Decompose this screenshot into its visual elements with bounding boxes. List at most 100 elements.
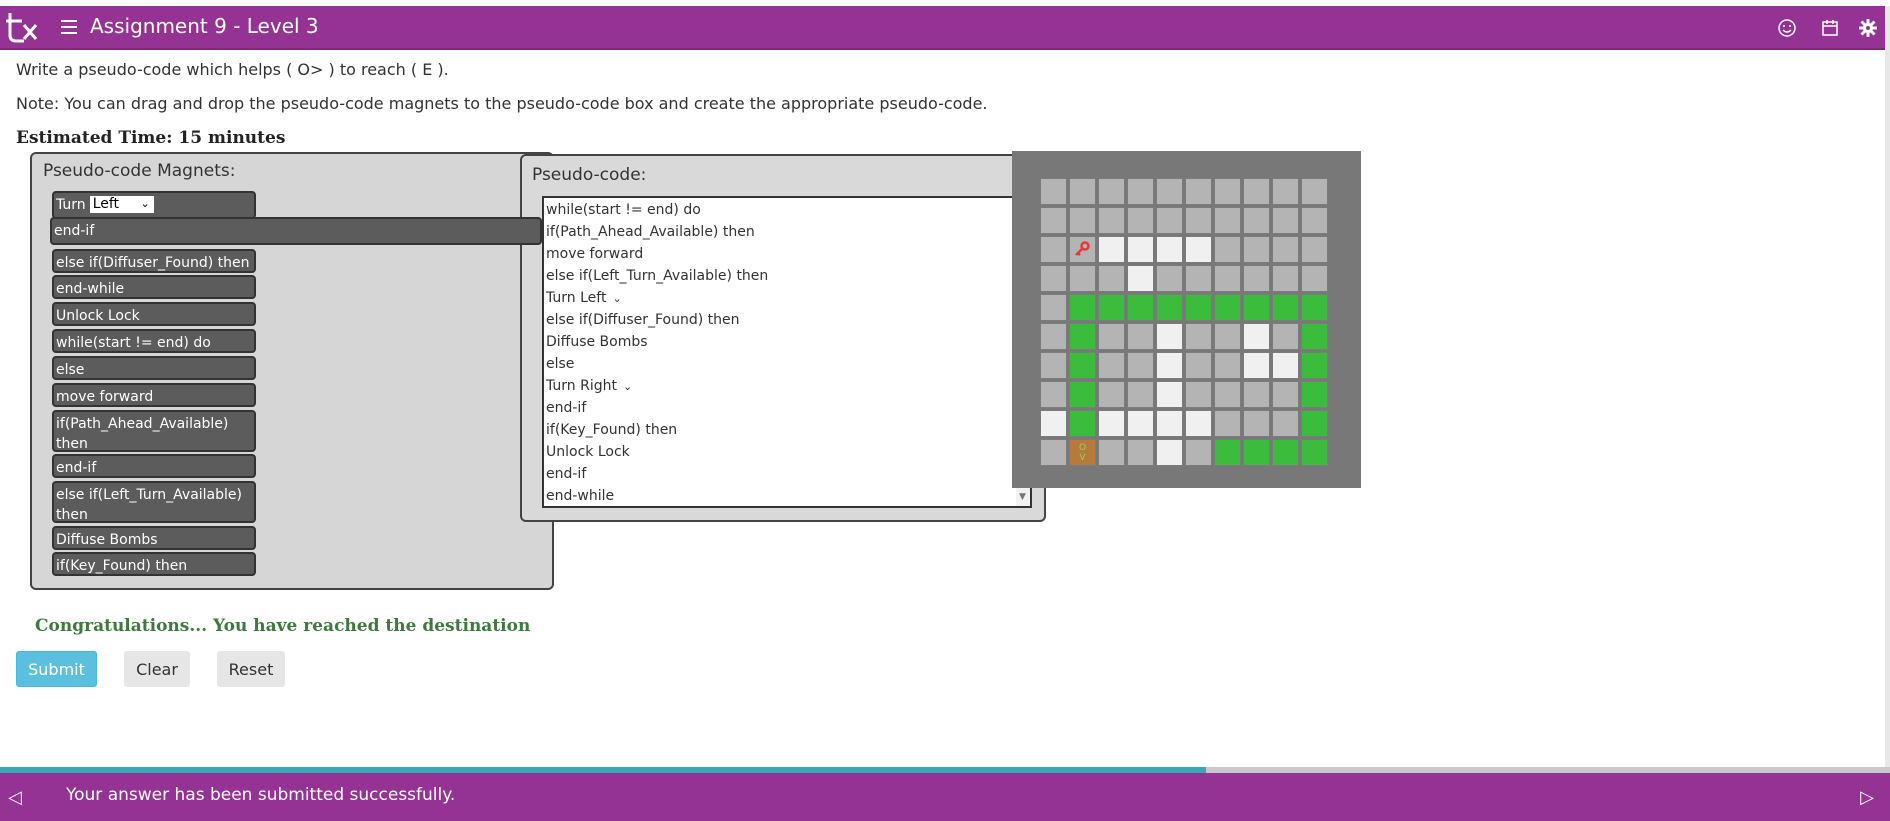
magnet-turn[interactable]: Turn Left ⌄	[52, 191, 256, 219]
maze-cell-path	[1156, 352, 1183, 379]
maze-cell-wall	[1272, 178, 1299, 205]
magnet-label: else	[56, 362, 85, 378]
pseudocode-line[interactable]: Unlock Lock	[546, 444, 630, 460]
turn-select-value: Left	[92, 196, 120, 212]
pseudocode-line[interactable]: Turn Left ⌄	[546, 290, 622, 306]
pseudocode-line[interactable]: if(Path_Ahead_Available) then	[546, 224, 755, 240]
chevron-down-icon: ⌄	[140, 197, 150, 210]
magnet-item[interactable]: else if(Diffuser_Found) then	[52, 249, 256, 273]
maze-cell-wall	[1243, 410, 1270, 437]
maze-cell-path	[1156, 236, 1183, 263]
maze-cell-wall	[1156, 265, 1183, 292]
pseudocode-line[interactable]: Turn Right ⌄	[546, 378, 632, 394]
maze-cell-wall	[1214, 236, 1241, 263]
magnet-label: Diffuse Bombs	[56, 532, 158, 548]
maze-cell-visited	[1301, 294, 1328, 321]
maze-cell-wall	[1243, 236, 1270, 263]
magnet-item[interactable]: if(Path_Ahead_Available) then	[52, 410, 256, 452]
maze-cell-wall	[1272, 381, 1299, 408]
maze-cell-wall	[1156, 207, 1183, 234]
smiley-icon[interactable]	[1777, 18, 1797, 38]
footer-bar: ◁ Your answer has been submitted success…	[0, 773, 1890, 821]
pseudocode-line-text: while(start != end) do	[546, 202, 701, 218]
reset-button[interactable]: Reset	[217, 651, 285, 687]
pseudocode-line[interactable]: else if(Left_Turn_Available) then	[546, 268, 768, 284]
submit-button[interactable]: Submit	[16, 651, 97, 687]
maze-cell-wall	[1098, 439, 1125, 466]
maze-cell-wall	[1301, 236, 1328, 263]
clear-button[interactable]: Clear	[124, 651, 190, 687]
maze-cell-visited	[1127, 294, 1154, 321]
pseudocode-line-text: Diffuse Bombs	[546, 334, 648, 350]
pseudocode-box[interactable]: while(start != end) do if(Path_Ahead_Avai…	[542, 196, 1032, 508]
magnet-item[interactable]: Unlock Lock	[52, 302, 256, 326]
magnet-label: end-if	[56, 460, 97, 476]
magnet-item[interactable]: end-while	[52, 275, 256, 299]
maze-cell-path	[1127, 236, 1154, 263]
magnet-item[interactable]: else	[52, 356, 256, 380]
maze-cell-visited	[1301, 439, 1328, 466]
pseudocode-line-text: if(Path_Ahead_Available) then	[546, 224, 755, 240]
pseudocode-line[interactable]: if(Key_Found) then	[546, 422, 677, 438]
pseudocode-line[interactable]: end-if	[546, 466, 586, 482]
maze-cell-visited	[1272, 439, 1299, 466]
maze-cell-visited	[1272, 294, 1299, 321]
maze-cell-path	[1098, 236, 1125, 263]
pseudocode-line-text: Turn Right	[546, 378, 617, 394]
chevron-down-icon[interactable]: ⌄	[623, 380, 632, 393]
magnet-label: if(Path_Ahead_Available) then	[56, 416, 229, 452]
maze-cell-wall	[1098, 381, 1125, 408]
maze-cell-wall	[1098, 265, 1125, 292]
maze-cell-visited	[1301, 352, 1328, 379]
magnet-label: end-while	[56, 281, 125, 297]
maze-cell-wall	[1127, 323, 1154, 350]
logo-icon[interactable]	[2, 9, 40, 45]
pseudocode-line[interactable]: move forward	[546, 246, 643, 262]
chevron-down-icon[interactable]: ⌄	[612, 292, 621, 305]
maze-cell-path	[1156, 410, 1183, 437]
menu-icon[interactable]	[58, 16, 80, 38]
magnet-label: else if(Diffuser_Found) then	[56, 255, 250, 271]
magnet-item[interactable]: if(Key_Found) then	[52, 552, 256, 576]
pseudocode-line[interactable]: while(start != end) do	[546, 202, 701, 218]
maze-cell-wall	[1127, 381, 1154, 408]
maze-cell-wall	[1040, 381, 1067, 408]
maze-cell-wall	[1098, 207, 1125, 234]
magnet-item[interactable]: else if(Left_Turn_Available) then	[52, 481, 256, 523]
maze-cell-wall	[1127, 207, 1154, 234]
maze-cell-wall	[1040, 265, 1067, 292]
pseudocode-line[interactable]: end-if	[546, 400, 586, 416]
success-message: Congratulations... You have reached the …	[35, 616, 531, 636]
prev-arrow-icon[interactable]: ◁	[8, 787, 22, 808]
magnet-item[interactable]: end-if	[52, 454, 256, 478]
magnet-item[interactable]: Diffuse Bombs	[52, 526, 256, 550]
maze-cell-visited	[1243, 294, 1270, 321]
pseudocode-line[interactable]: else if(Diffuser_Found) then	[546, 312, 740, 328]
magnet-item[interactable]: while(start != end) do	[52, 329, 256, 353]
maze-cell-wall	[1272, 207, 1299, 234]
maze-cell-path	[1185, 236, 1212, 263]
maze-cell-wall	[1301, 207, 1328, 234]
pseudocode-line[interactable]: else	[546, 356, 574, 372]
maze-cell-path	[1156, 381, 1183, 408]
calendar-icon[interactable]	[1820, 18, 1840, 38]
maze-cell-key	[1069, 236, 1096, 263]
pseudocode-line[interactable]: Diffuse Bombs	[546, 334, 648, 350]
maze-cell-wall	[1243, 178, 1270, 205]
turn-select[interactable]: Left ⌄	[89, 196, 154, 213]
magnet-item[interactable]: move forward	[52, 383, 256, 407]
pseudocode-line-text: end-while	[546, 488, 615, 504]
maze-cell-visited	[1069, 381, 1096, 408]
maze-cell-visited	[1156, 294, 1183, 321]
next-arrow-icon[interactable]: ▷	[1860, 787, 1874, 808]
maze-cell-wall	[1127, 178, 1154, 205]
scroll-down-icon[interactable]: ▼	[1019, 492, 1026, 502]
maze-cell-visited	[1098, 294, 1125, 321]
maze-board: O V	[1012, 151, 1361, 488]
magnet-label: else if(Left_Turn_Available) then	[56, 487, 242, 523]
pseudocode-line[interactable]: end-while	[546, 488, 614, 504]
gear-icon[interactable]	[1858, 18, 1878, 38]
maze-cell-wall	[1214, 323, 1241, 350]
magnet-dragging-end-if[interactable]: end-if	[50, 217, 542, 245]
maze-cell-visited	[1069, 352, 1096, 379]
